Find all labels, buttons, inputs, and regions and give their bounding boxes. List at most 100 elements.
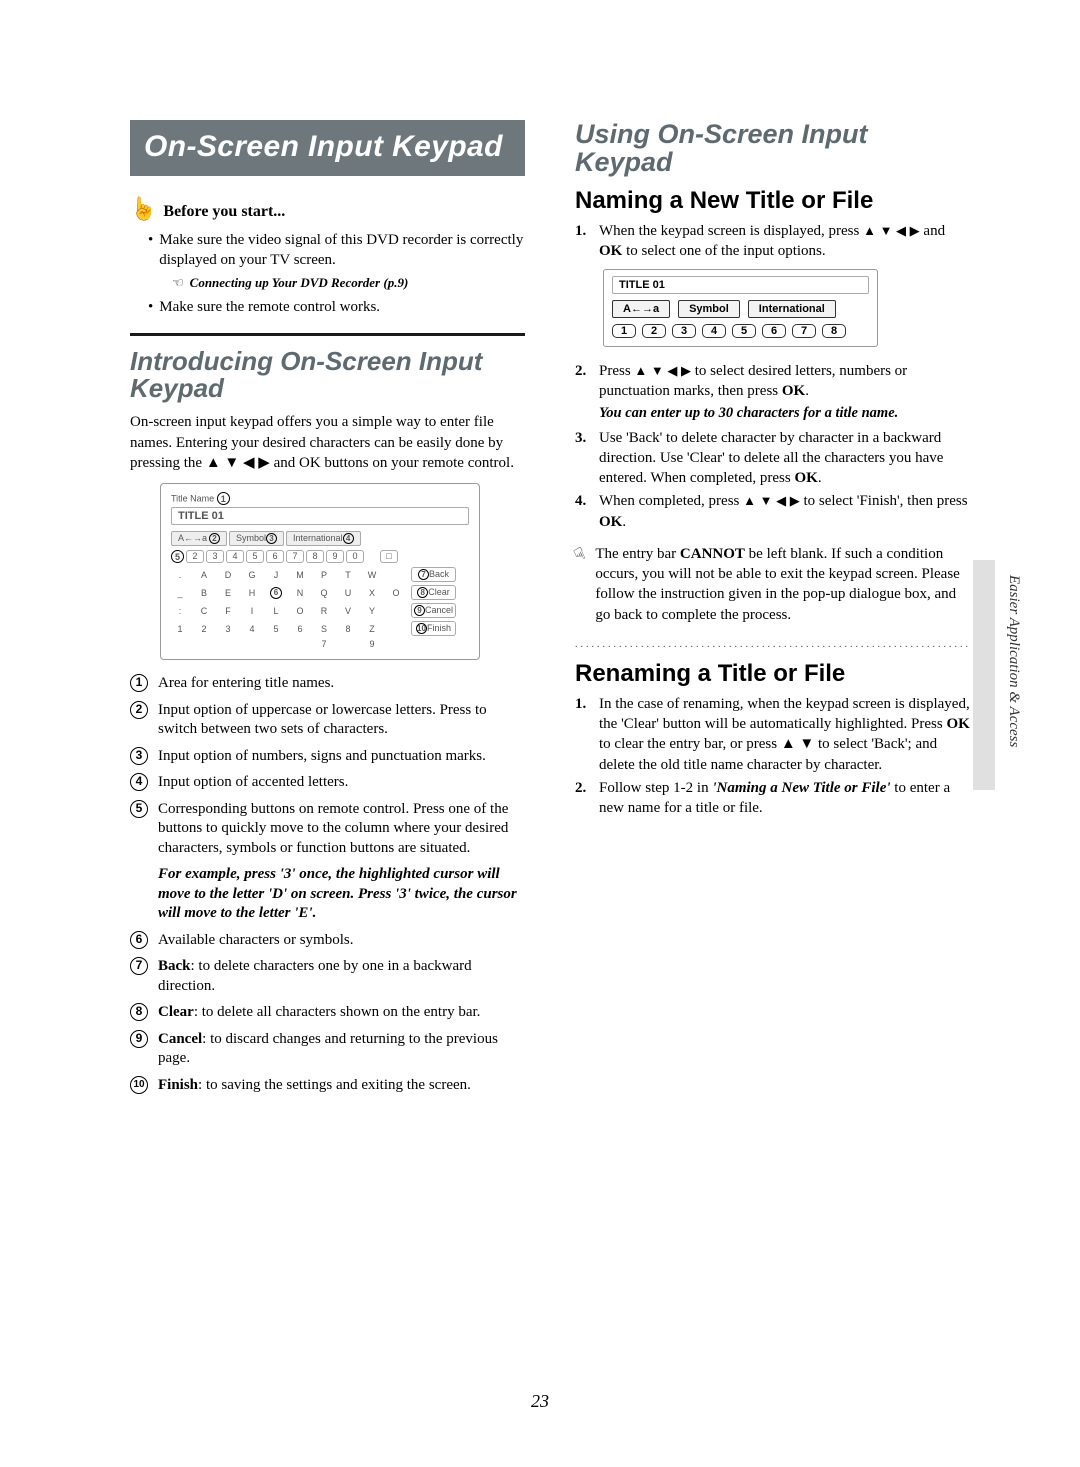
figure-char: F bbox=[219, 606, 237, 616]
callout-1-icon: 1 bbox=[130, 674, 148, 692]
step-text: Follow step 1-2 in 'Naming a New Title o… bbox=[599, 778, 970, 819]
figure-char: W bbox=[363, 570, 381, 580]
dotted-divider: ........................................… bbox=[575, 639, 970, 650]
figure-char: C bbox=[195, 606, 213, 616]
figure-char: 7 bbox=[315, 639, 333, 649]
figure-char: O bbox=[387, 588, 405, 598]
step-item: 4. When completed, press ▲ ▼ ◀ ▶ to sele… bbox=[575, 491, 970, 532]
caution-note-text: The entry bar CANNOT be left blank. If s… bbox=[595, 544, 970, 625]
figure-char: A bbox=[195, 570, 213, 580]
figure-char: U bbox=[339, 588, 357, 598]
legend-text: Available characters or symbols. bbox=[158, 931, 525, 951]
figure-char: 5 bbox=[267, 624, 285, 634]
legend-item: 8Clear: to delete all characters shown o… bbox=[130, 1003, 525, 1023]
figure-char: V bbox=[339, 606, 357, 616]
step-text: When the keypad screen is displayed, pre… bbox=[599, 221, 970, 262]
figure-tab: Symbol bbox=[236, 533, 266, 543]
subheading-naming: Naming a New Title or File bbox=[575, 187, 970, 215]
bullet-text: Make sure the remote control works. bbox=[159, 297, 380, 317]
page-number: 23 bbox=[531, 1391, 549, 1412]
callout-5-icon: 5 bbox=[171, 550, 184, 563]
bullet-text: Make sure the video signal of this DVD r… bbox=[159, 230, 525, 271]
bullet-item: • Make sure the remote control works. bbox=[148, 297, 525, 317]
keypad-small-figure: TITLE 01 A←→a Symbol International 1 2 3… bbox=[603, 269, 878, 347]
small-figure-num: 1 bbox=[612, 324, 636, 338]
figure-clear-btn: Clear bbox=[428, 587, 450, 597]
figure-num: 9 bbox=[326, 550, 344, 563]
small-figure-tabs: A←→a Symbol International bbox=[612, 300, 869, 318]
figure-char: 1 bbox=[171, 624, 189, 634]
small-figure-num: 2 bbox=[642, 324, 666, 338]
legend-text: Back: to delete characters one by one in… bbox=[158, 957, 525, 996]
right-column: Using On-Screen Input Keypad Naming a Ne… bbox=[575, 120, 970, 1102]
figure-finish-btn: Finish bbox=[427, 623, 451, 633]
body-text: On-screen input keypad offers you a simp… bbox=[130, 412, 525, 473]
small-figure-num: 8 bbox=[822, 324, 846, 338]
figure-num: 5 bbox=[246, 550, 264, 563]
legend-item: 5 Corresponding buttons on remote control… bbox=[130, 800, 525, 859]
step-note: You can enter up to 30 characters for a … bbox=[599, 405, 970, 422]
figure-tab: International bbox=[293, 533, 343, 543]
step-text: When completed, press ▲ ▼ ◀ ▶ to select … bbox=[599, 491, 970, 532]
before-you-start-label: Before you start... bbox=[163, 203, 285, 221]
callout-6-icon: 6 bbox=[130, 931, 148, 949]
step-number: 1. bbox=[575, 221, 593, 241]
figure-char: 4 bbox=[243, 624, 261, 634]
callout-10-icon: 10 bbox=[130, 1076, 148, 1094]
step-item: 2. Press ▲ ▼ ◀ ▶ to select desired lette… bbox=[575, 361, 970, 402]
step-item: 1. When the keypad screen is displayed, … bbox=[575, 221, 970, 262]
figure-char: S bbox=[315, 624, 333, 634]
callout-8-icon: 8 bbox=[417, 587, 428, 598]
figure-char: . bbox=[171, 570, 189, 580]
hand-icon: ☝ bbox=[130, 196, 157, 222]
callout-7-icon: 7 bbox=[130, 957, 148, 975]
legend-item: 3Input option of numbers, signs and punc… bbox=[130, 747, 525, 767]
legend-item: 4Input option of accented letters. bbox=[130, 773, 525, 793]
figure-num: 6 bbox=[266, 550, 284, 563]
callout-6-icon: 6 bbox=[270, 587, 282, 599]
callout-4-icon: 4 bbox=[343, 533, 354, 544]
callout-5-icon: 5 bbox=[130, 800, 148, 818]
small-figure-num: 5 bbox=[732, 324, 756, 338]
figure-char: : bbox=[171, 606, 189, 616]
figure-char: 2 bbox=[195, 624, 213, 634]
legend-text: Input option of accented letters. bbox=[158, 773, 525, 793]
legend-item: 6 Available characters or symbols. bbox=[130, 931, 525, 951]
figure-char: O bbox=[291, 606, 309, 616]
legend-text: Area for entering title names. bbox=[158, 674, 525, 694]
legend-text: Clear: to delete all characters shown on… bbox=[158, 1003, 525, 1023]
legend-item: 10 Finish: to saving the settings and exi… bbox=[130, 1076, 525, 1096]
figure-num: 7 bbox=[286, 550, 304, 563]
bullet-dot: • bbox=[148, 230, 153, 271]
figure-numbers-row: 5 2 3 4 5 6 7 8 9 0 □ bbox=[171, 550, 469, 563]
figure-num: 0 bbox=[346, 550, 364, 563]
step-number: 2. bbox=[575, 778, 593, 798]
figure-char: 8 bbox=[339, 624, 357, 634]
subheading-renaming: Renaming a Title or File bbox=[575, 660, 970, 688]
crossref: ☜ Connecting up Your DVD Recorder (p.9) bbox=[172, 275, 525, 291]
left-column: On-Screen Input Keypad ☝ Before you star… bbox=[130, 120, 525, 1102]
legend-text: Corresponding buttons on remote control.… bbox=[158, 800, 525, 859]
figure-num: 8 bbox=[306, 550, 324, 563]
side-chapter-label: Easier Application & Access bbox=[1005, 575, 1022, 747]
figure-tabs-row: A←→a2 Symbol3 International4 bbox=[171, 531, 469, 546]
crossref-text: Connecting up Your DVD Recorder (p.9) bbox=[190, 275, 409, 291]
legend-text: Input option of uppercase or lowercase l… bbox=[158, 701, 525, 740]
step-text: Press ▲ ▼ ◀ ▶ to select desired letters,… bbox=[599, 361, 970, 402]
figure-char: M bbox=[291, 570, 309, 580]
legend-item: 2Input option of uppercase or lowercase … bbox=[130, 701, 525, 740]
side-tab-decoration bbox=[973, 560, 995, 790]
figure-char: Q bbox=[315, 588, 333, 598]
step-text: In the case of renaming, when the keypad… bbox=[599, 694, 970, 775]
figure-char: L bbox=[267, 606, 285, 616]
legend-item: 7 Back: to delete characters one by one i… bbox=[130, 957, 525, 996]
figure-char-grid: .ADGJMPTW7Back _BEH6NQUXO8Clear :CFILORV… bbox=[171, 567, 469, 649]
callout-2-icon: 2 bbox=[209, 533, 220, 544]
legend-text: Finish: to saving the settings and exiti… bbox=[158, 1076, 525, 1096]
small-figure-tab: International bbox=[748, 300, 836, 318]
step-number: 2. bbox=[575, 361, 593, 381]
small-figure-tab: Symbol bbox=[678, 300, 740, 318]
small-figure-num: 4 bbox=[702, 324, 726, 338]
figure-char: 9 bbox=[363, 639, 381, 649]
caution-note: ☟ The entry bar CANNOT be left blank. If… bbox=[575, 544, 970, 625]
